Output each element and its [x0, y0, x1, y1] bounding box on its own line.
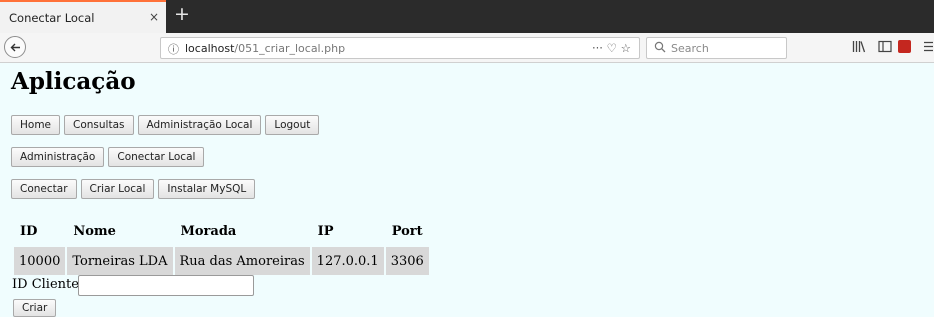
- address-bar[interactable]: ⓘ localhost/051_criar_local.php ··· ♡ ☆: [160, 37, 640, 59]
- new-tab-icon[interactable]: +: [174, 4, 190, 24]
- conectar-button[interactable]: Conectar: [11, 179, 77, 199]
- instalar-mysql-button[interactable]: Instalar MySQL: [158, 179, 256, 199]
- main-menu: Home Consultas Administração Local Logou…: [11, 115, 320, 135]
- consultas-button[interactable]: Consultas: [64, 115, 134, 135]
- tab-bar: Conectar Local × +: [0, 0, 934, 33]
- column-header-morada: Morada: [180, 223, 237, 239]
- sidebar-icon[interactable]: [878, 40, 892, 53]
- url-host: localhost: [185, 42, 235, 55]
- page-actions-icons[interactable]: ··· ♡ ☆: [592, 41, 631, 55]
- close-tab-icon[interactable]: ×: [149, 10, 159, 24]
- cell-nome: Torneiras LDA: [67, 247, 173, 275]
- column-header-nome: Nome: [73, 223, 116, 239]
- column-header-port: Port: [391, 223, 423, 239]
- back-icon[interactable]: [4, 36, 26, 58]
- cell-ip: 127.0.0.1: [311, 247, 384, 275]
- column-header-id: ID: [20, 223, 38, 239]
- id-cliente-label: ID Cliente:: [12, 277, 84, 292]
- page-title: Aplicação: [11, 68, 136, 95]
- browser-tab[interactable]: Conectar Local ×: [0, 0, 166, 33]
- column-header-ip: IP: [317, 223, 334, 239]
- url-path: /051_criar_local.php: [234, 42, 346, 55]
- table-header-row: ID Nome Morada IP Port: [14, 217, 429, 245]
- local-menu: Conectar Criar Local Instalar MySQL: [11, 179, 256, 199]
- cell-morada: Rua das Amoreiras: [174, 247, 310, 275]
- tab-title: Conectar Local: [9, 11, 95, 25]
- home-button[interactable]: Home: [11, 115, 61, 135]
- admin-menu: Administração Conectar Local: [11, 147, 205, 167]
- extension-icon[interactable]: [898, 40, 911, 53]
- table-row: 10000 Torneiras LDA Rua das Amoreiras 12…: [14, 247, 429, 275]
- clients-table: ID Nome Morada IP Port 10000 Torneiras L…: [12, 215, 431, 277]
- cell-port: 3306: [385, 247, 429, 275]
- search-bar[interactable]: Search: [646, 37, 787, 59]
- info-icon[interactable]: ⓘ: [168, 41, 179, 57]
- conectar-local-button[interactable]: Conectar Local: [108, 147, 205, 167]
- cell-id: 10000: [14, 247, 66, 275]
- menu-icon[interactable]: [923, 40, 934, 53]
- url-text: localhost/051_criar_local.php: [185, 42, 345, 55]
- search-placeholder: Search: [671, 42, 709, 55]
- library-icon[interactable]: [852, 40, 866, 53]
- administracao-local-button[interactable]: Administração Local: [137, 115, 262, 135]
- criar-button[interactable]: Criar: [13, 299, 57, 317]
- id-cliente-input[interactable]: [78, 275, 254, 296]
- search-icon: [654, 41, 666, 53]
- administracao-button[interactable]: Administração: [11, 147, 105, 167]
- criar-local-button[interactable]: Criar Local: [80, 179, 155, 199]
- logout-button[interactable]: Logout: [265, 115, 320, 135]
- navigation-bar: ⓘ localhost/051_criar_local.php ··· ♡ ☆ …: [0, 33, 934, 86]
